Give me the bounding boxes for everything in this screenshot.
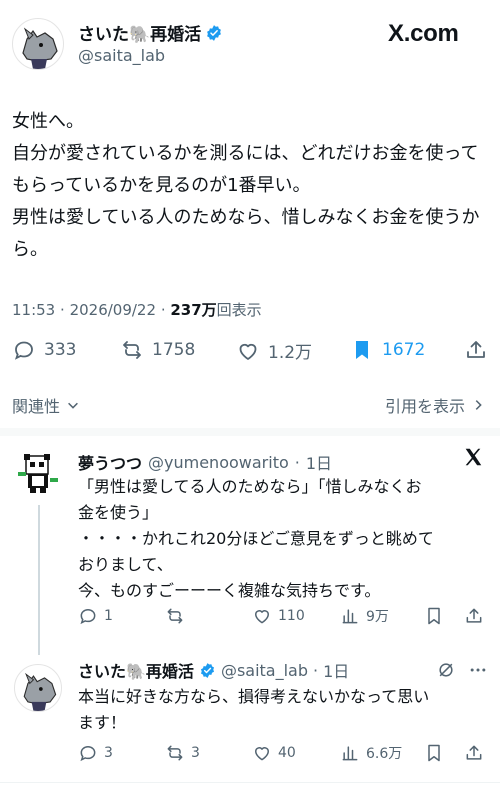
meta-separator: · <box>160 301 171 319</box>
reply-2-like-count: 40 <box>278 745 296 761</box>
reply-1-like-button[interactable]: 110 <box>252 606 305 626</box>
section-divider <box>0 428 500 436</box>
reply-1-reply-count: 1 <box>104 608 113 624</box>
like-count: 1.2万 <box>268 343 313 363</box>
reply-icon <box>80 745 96 762</box>
thread-connector <box>38 505 40 655</box>
reply-count: 333 <box>44 340 77 360</box>
reply-2-share-button[interactable] <box>464 743 484 763</box>
meta-separator: · <box>313 660 319 680</box>
site-logo: X.com <box>388 20 459 47</box>
reply-1-views-count: 9万 <box>366 609 389 625</box>
reply-2-avatar[interactable] <box>14 664 62 712</box>
grok-icon[interactable] <box>436 660 456 680</box>
reply-2-text: 本当に好きな方なら、損得考えないかなって思い ます！ <box>78 687 430 732</box>
heart-icon <box>239 343 257 360</box>
reply-2-age[interactable]: 1日 <box>323 658 349 682</box>
more-options-icon[interactable] <box>468 660 488 680</box>
reply-2-bookmark-button[interactable] <box>424 743 444 763</box>
views-count: 237万 <box>170 301 217 319</box>
bookmark-icon <box>428 744 440 762</box>
reply-button[interactable]: 333 <box>12 338 76 362</box>
share-icon <box>467 341 485 358</box>
reply-1-views-button[interactable]: 9万 <box>340 606 389 626</box>
author-display-name[interactable]: さいた🐘再婚活 <box>78 20 201 45</box>
heart-icon <box>255 747 269 761</box>
reply-1-repost-button[interactable] <box>165 606 191 626</box>
reply-icon <box>80 608 96 625</box>
meta-separator: · <box>294 452 300 472</box>
repost-icon <box>123 341 141 359</box>
analytics-icon <box>342 609 358 624</box>
verified-badge-icon <box>207 24 222 41</box>
reply-2-header: さいた🐘再婚活 @saita_lab · 1日 <box>78 658 438 682</box>
post-date: 2026/09/22 <box>69 301 157 319</box>
reply-2-name[interactable]: さいた🐘再婚活 <box>78 658 194 682</box>
heart-icon <box>255 610 269 624</box>
sort-label: 関連性 <box>12 397 61 416</box>
bookmark-button[interactable]: 1672 <box>350 338 425 362</box>
bookmark-count: 1672 <box>382 340 426 360</box>
bookmark-icon <box>428 607 440 625</box>
repost-button[interactable]: 1758 <box>120 338 195 362</box>
repost-count: 1758 <box>152 340 196 360</box>
reply-2-reply-button[interactable]: 3 <box>78 743 113 763</box>
sort-relevance-button[interactable]: 関連性 <box>12 393 80 417</box>
reply-avatar-panda[interactable] <box>14 448 62 496</box>
analytics-icon <box>342 746 358 761</box>
reply-2-repost-button[interactable]: 3 <box>165 743 200 763</box>
repost-icon <box>167 745 183 761</box>
reply-1-share-button[interactable] <box>464 606 484 626</box>
author-avatar[interactable] <box>12 18 64 70</box>
chevron-right-icon <box>475 400 482 410</box>
reply-1-reply-button[interactable]: 1 <box>78 606 113 626</box>
post-text: 女性へ。 自分が愛されているかを測るには、どれだけお金を使ってもらっているかを見… <box>12 111 480 260</box>
reply-1-name[interactable]: 夢うつつ <box>78 450 142 474</box>
author-handle[interactable]: @saita_lab <box>78 46 165 65</box>
views-label: 回表示 <box>216 301 262 319</box>
reply-1-text: 「男性は愛してる人のためなら」「惜しみなくお 金を使う」 ・・・・かれこれ20分… <box>78 477 434 600</box>
reply-1-bookmark-button[interactable] <box>424 606 444 626</box>
reply-1-header: 夢うつつ @yumenoowarito · 1日 <box>78 450 458 474</box>
reply-icon <box>14 341 33 360</box>
chevron-down-icon <box>68 402 78 409</box>
reply-1-handle[interactable]: @yumenoowarito <box>148 453 289 472</box>
share-button[interactable] <box>464 338 488 362</box>
author-name-row[interactable]: さいた🐘再婚活 <box>78 20 223 45</box>
like-button[interactable]: 1.2万 <box>236 338 312 363</box>
x-logo-icon[interactable] <box>462 446 484 468</box>
view-quotes-label: 引用を表示 <box>385 397 466 416</box>
view-quotes-link[interactable]: 引用を表示 <box>385 393 485 417</box>
repost-icon <box>167 608 183 624</box>
reply-2-reply-count: 3 <box>104 745 113 761</box>
reply-2-views-count: 6.6万 <box>366 746 403 762</box>
reply-2-views-button[interactable]: 6.6万 <box>340 743 402 763</box>
bookmark-filled-icon <box>356 341 368 359</box>
post-meta: 11:53 · 2026/09/22 · 237万回表示 <box>12 299 262 320</box>
verified-badge-icon <box>200 662 214 678</box>
reply-2-repost-count: 3 <box>191 745 200 761</box>
share-icon <box>466 608 482 623</box>
bottom-divider <box>0 782 500 783</box>
share-icon <box>466 745 482 760</box>
post-time: 11:53 <box>12 301 56 319</box>
reply-2-handle[interactable]: @saita_lab <box>221 661 308 680</box>
reply-1-like-count: 110 <box>278 608 305 624</box>
reply-1-age[interactable]: 1日 <box>306 450 332 474</box>
reply-2-like-button[interactable]: 40 <box>252 743 296 763</box>
meta-separator: · <box>60 301 70 319</box>
